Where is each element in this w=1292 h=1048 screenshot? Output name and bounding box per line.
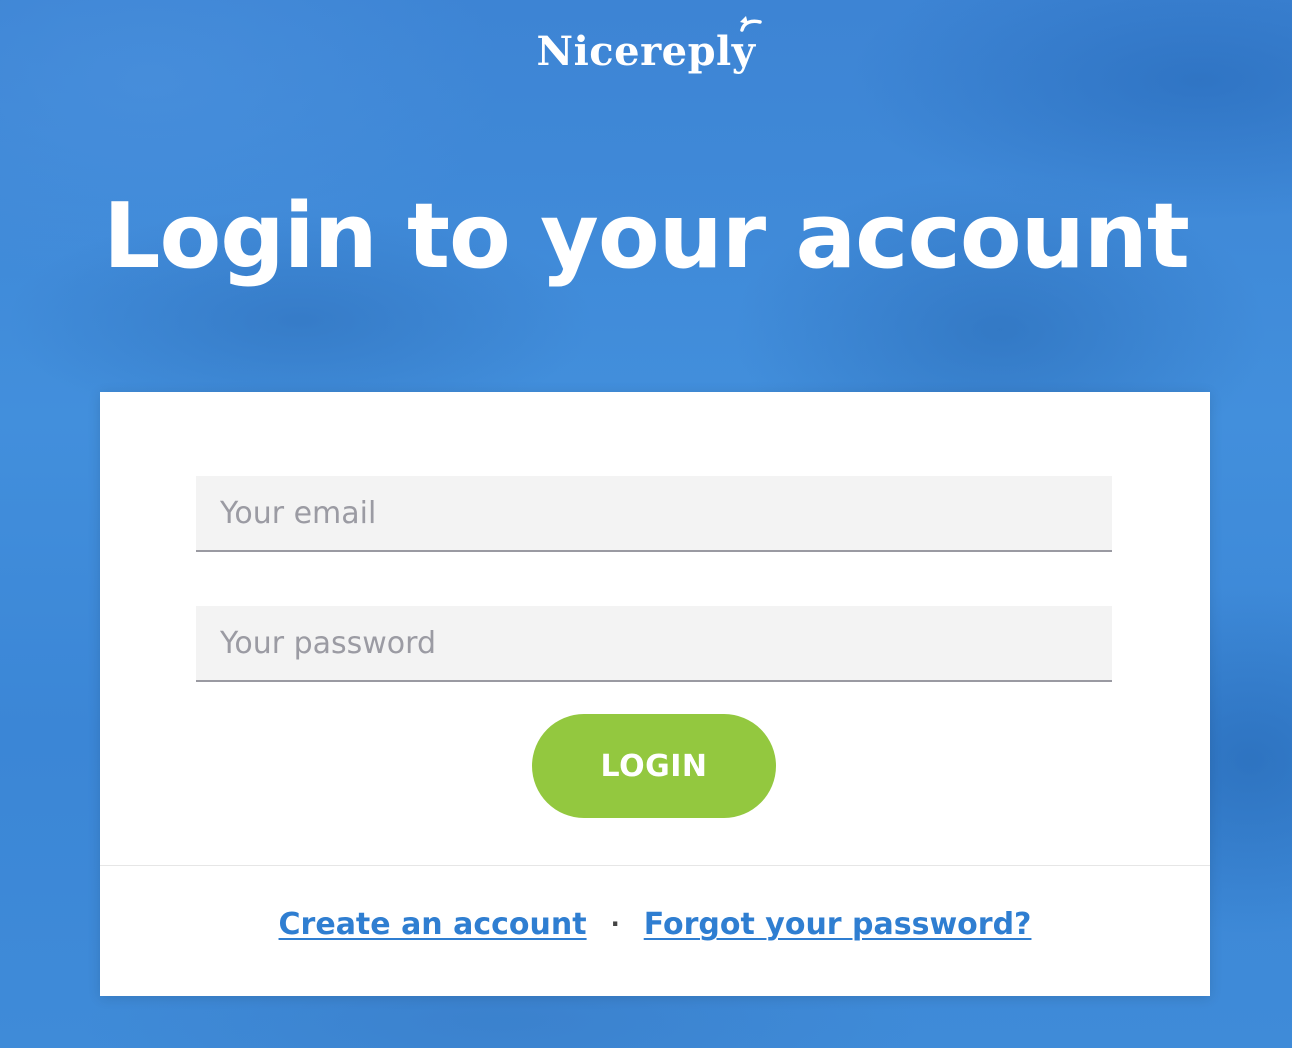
page-title: Login to your account [103, 184, 1190, 289]
footer-links: Create an account · Forgot your password? [100, 900, 1210, 949]
forgot-password-link[interactable]: Forgot your password? [644, 907, 1032, 942]
login-button[interactable]: LOGIN [532, 714, 776, 818]
link-separator: · [610, 910, 620, 938]
logo[interactable]: Nicereply [0, 16, 1292, 75]
email-input[interactable] [196, 476, 1112, 552]
password-input[interactable] [196, 606, 1112, 682]
reply-arrow-icon [739, 16, 762, 32]
login-card: LOGIN Create an account · Forgot your pass… [100, 392, 1210, 996]
create-account-link[interactable]: Create an account [279, 907, 587, 942]
logo-text: Nicereply [536, 28, 756, 75]
card-divider [100, 865, 1210, 866]
